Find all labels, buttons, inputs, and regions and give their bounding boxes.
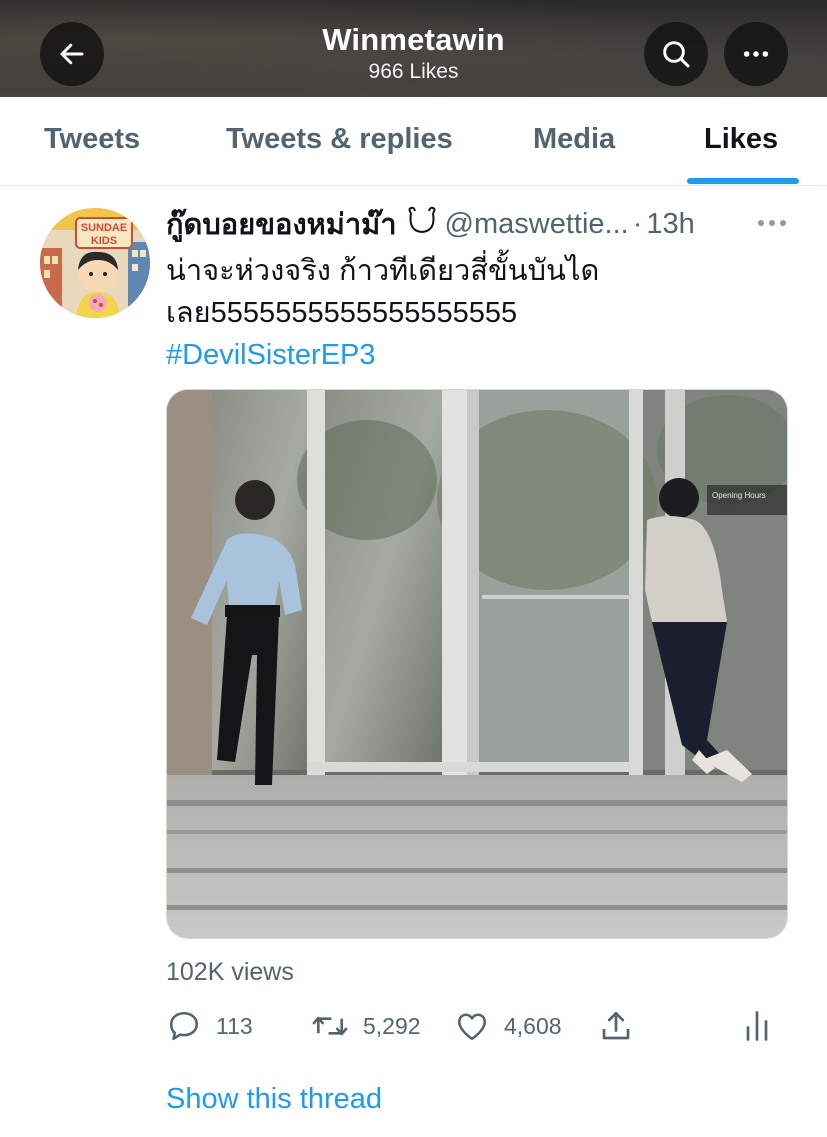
- avatar-sign-bottom: KIDS: [91, 235, 117, 247]
- reply-button[interactable]: 113: [166, 1004, 253, 1048]
- tab-tweets-and-replies[interactable]: Tweets & replies: [226, 123, 453, 156]
- show-thread-link[interactable]: Show this thread: [166, 1083, 382, 1116]
- avatar[interactable]: SUNDAE KIDS: [40, 208, 150, 318]
- share-button[interactable]: [598, 1004, 634, 1048]
- heart-icon: [457, 1013, 487, 1041]
- profile-header: Winmetawin 966 Likes: [0, 0, 827, 97]
- tweet-text-line-1: น่าจะห่วงจริง ก้าวทีเดียวสี่ขั้นบันได: [166, 255, 600, 287]
- header-separator: ·: [632, 207, 643, 240]
- retweet-icon: [312, 1016, 348, 1036]
- retweet-count: 5,292: [363, 1012, 421, 1039]
- analytics-bars-icon: [746, 1011, 768, 1041]
- avatar-sign-top: SUNDAE: [81, 222, 127, 234]
- reply-icon: [169, 1011, 199, 1041]
- avatar-illustration: SUNDAE KIDS: [40, 208, 150, 318]
- more-horizontal-icon: [743, 51, 769, 57]
- analytics-button[interactable]: [742, 1004, 772, 1048]
- tweet-more-button[interactable]: [752, 206, 792, 240]
- tweet-timestamp[interactable]: 13h: [646, 208, 694, 241]
- like-button[interactable]: 4,608: [454, 1004, 562, 1048]
- name-emoji: [405, 205, 439, 243]
- view-count: 102K views: [166, 958, 294, 986]
- more-horizontal-icon: [758, 220, 786, 226]
- reply-count: 113: [216, 1012, 253, 1039]
- search-button[interactable]: [644, 22, 708, 86]
- tweet-media-video[interactable]: Opening Hours: [166, 389, 788, 939]
- hashtag-link[interactable]: #DevilSisterEP3: [166, 334, 766, 376]
- profile-tabs: Tweets Tweets & replies Media Likes: [0, 97, 827, 186]
- like-count: 4,608: [504, 1012, 562, 1039]
- tab-likes[interactable]: Likes: [704, 123, 778, 156]
- share-icon: [602, 1011, 630, 1040]
- author-name[interactable]: กู๊ดบอยของหม่าม๊า: [166, 201, 397, 247]
- more-options-button[interactable]: [724, 22, 788, 86]
- tweet-header: กู๊ดบอยของหม่าม๊า @maswettie... · 13h: [166, 204, 726, 244]
- tab-media[interactable]: Media: [533, 123, 615, 156]
- video-frame-image: Opening Hours: [167, 390, 787, 938]
- retweet-button[interactable]: 5,292: [311, 1004, 421, 1048]
- door-sign-text: Opening Hours: [712, 491, 766, 500]
- bear-face-icon: [408, 206, 436, 234]
- search-icon: [663, 41, 690, 68]
- tab-tweets[interactable]: Tweets: [44, 123, 140, 156]
- author-handle[interactable]: @maswettie...: [445, 208, 629, 241]
- active-tab-indicator: [687, 178, 799, 184]
- tweet-text-line-2: เลย5555555555555555555: [166, 297, 518, 329]
- tweet-text: น่าจะห่วงจริง ก้าวทีเดียวสี่ขั้นบันได เล…: [166, 250, 766, 376]
